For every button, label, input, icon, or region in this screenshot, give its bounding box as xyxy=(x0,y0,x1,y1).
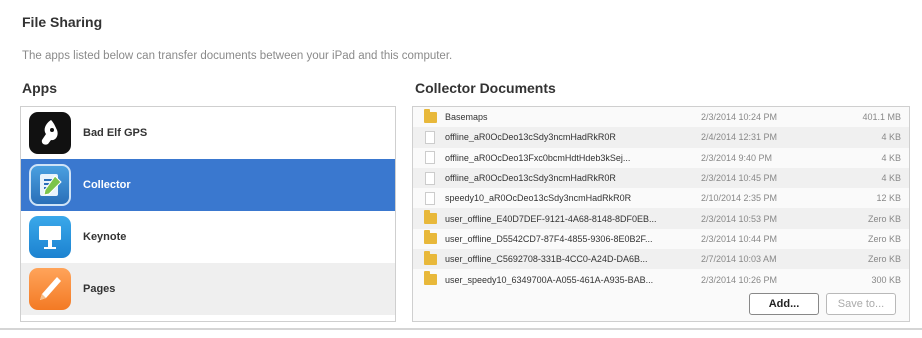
apps-header: Apps xyxy=(22,80,57,96)
document-name: speedy10_aR0OcDeo13cSdy3ncmHadRkR0R xyxy=(445,193,632,204)
document-size: Zero KB xyxy=(867,213,901,224)
page-title: File Sharing xyxy=(22,14,103,30)
folder-icon xyxy=(423,210,437,226)
folder-icon xyxy=(423,250,437,266)
file-icon xyxy=(423,171,437,185)
document-row[interactable]: Basemaps 2/3/2014 10:24 PM 401.1 MB xyxy=(413,107,909,127)
document-name: offline_aR0OcDeo13cSdy3ncmHadRkR0R xyxy=(445,132,616,143)
apps-list: Bad Elf GPS Collector Keynote Pages xyxy=(20,106,396,322)
document-size: 4 KB xyxy=(881,152,901,163)
app-item-bad-elf-gps[interactable]: Bad Elf GPS xyxy=(21,107,395,159)
file-icon xyxy=(423,191,437,205)
document-name: offline_aR0OcDeo13Fxc0bcmHdtHdeb3kSej... xyxy=(445,152,631,163)
document-size: 401.1 MB xyxy=(862,112,901,123)
document-size: 12 KB xyxy=(876,193,901,204)
document-row[interactable]: offline_aR0OcDeo13Fxc0bcmHdtHdeb3kSej...… xyxy=(413,148,909,168)
page-subtitle: The apps listed below can transfer docum… xyxy=(22,50,453,62)
keynote-icon xyxy=(29,216,71,258)
document-name: user_speedy10_6349700A-A055-461A-A935-BA… xyxy=(445,274,654,285)
save-to-button[interactable]: Save to... xyxy=(826,293,896,315)
app-item-keynote[interactable]: Keynote xyxy=(21,211,395,263)
document-date: 2/7/2014 10:03 AM xyxy=(701,254,777,265)
document-date: 2/3/2014 10:45 PM xyxy=(701,173,778,184)
document-row[interactable]: user_offline_C5692708-331B-4CC0-A24D-DA6… xyxy=(413,249,909,270)
document-size: 4 KB xyxy=(881,132,901,143)
folder-icon xyxy=(423,108,437,124)
folder-icon xyxy=(423,230,437,246)
file-icon xyxy=(423,151,437,165)
document-name: user_offline_E40D7DEF-9121-4A68-8148-8DF… xyxy=(445,213,657,224)
document-row[interactable]: user_offline_E40D7DEF-9121-4A68-8148-8DF… xyxy=(413,208,909,229)
file-icon xyxy=(423,130,437,144)
document-row[interactable]: user_offline_D5542CD7-87F4-4855-9306-8E0… xyxy=(413,229,909,249)
app-item-collector[interactable]: Collector xyxy=(21,159,395,211)
app-name: Bad Elf GPS xyxy=(83,127,148,139)
add-button[interactable]: Add... xyxy=(749,293,819,315)
document-date: 2/3/2014 9:40 PM xyxy=(701,152,773,163)
document-date: 2/3/2014 10:44 PM xyxy=(701,233,778,244)
document-date: 2/3/2014 10:24 PM xyxy=(701,112,778,123)
collector-icon xyxy=(29,164,71,206)
document-date: 2/10/2014 2:35 PM xyxy=(701,193,778,204)
document-date: 2/3/2014 10:26 PM xyxy=(701,274,778,285)
document-size: 300 KB xyxy=(871,274,901,285)
document-row[interactable]: user_speedy10_6349700A-A055-461A-A935-BA… xyxy=(413,269,909,289)
document-size: 4 KB xyxy=(881,173,901,184)
divider xyxy=(0,328,922,330)
document-row[interactable]: offline_aR0OcDeo13cSdy3ncmHadRkR0R 2/4/2… xyxy=(413,127,909,148)
document-name: offline_aR0OcDeo13cSdy3ncmHadRkR0R xyxy=(445,173,616,184)
app-name: Collector xyxy=(83,179,131,191)
document-name: Basemaps xyxy=(445,112,488,123)
document-name: user_offline_C5692708-331B-4CC0-A24D-DA6… xyxy=(445,254,648,265)
document-size: Zero KB xyxy=(867,254,901,265)
app-name: Pages xyxy=(83,283,116,295)
document-date: 2/4/2014 12:31 PM xyxy=(701,132,778,143)
app-item-pages[interactable]: Pages xyxy=(21,263,395,315)
document-size: Zero KB xyxy=(867,233,901,244)
document-name: user_offline_D5542CD7-87F4-4855-9306-8E0… xyxy=(445,233,653,244)
document-row[interactable]: offline_aR0OcDeo13cSdy3ncmHadRkR0R 2/3/2… xyxy=(413,167,909,189)
app-name: Keynote xyxy=(83,231,127,243)
document-date: 2/3/2014 10:53 PM xyxy=(701,213,778,224)
documents-header: Collector Documents xyxy=(415,80,556,96)
documents-list: Basemaps 2/3/2014 10:24 PM 401.1 MB offl… xyxy=(412,106,910,322)
folder-icon xyxy=(423,271,437,287)
bad-elf-gps-icon xyxy=(29,112,71,154)
pages-icon xyxy=(29,268,71,310)
document-row[interactable]: speedy10_aR0OcDeo13cSdy3ncmHadRkR0R 2/10… xyxy=(413,188,909,208)
